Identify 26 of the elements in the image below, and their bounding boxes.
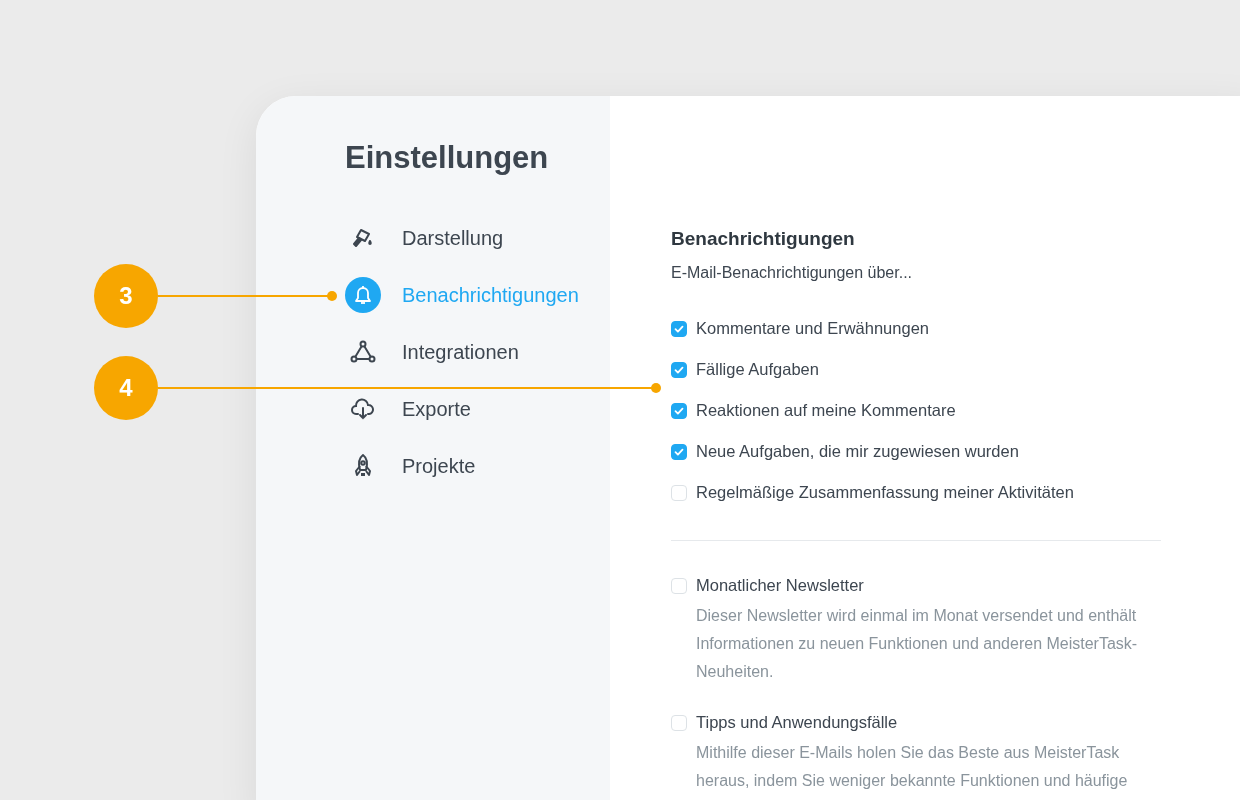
bell-icon xyxy=(345,277,381,313)
option-description: Mithilfe dieser E-Mails holen Sie das Beste aus MeisterTask heraus, indem Sie weniger bekannte Funktionen und häufige xyxy=(696,743,1129,791)
paint-bucket-icon xyxy=(351,226,375,250)
option-label: Tipps und Anwendungsfälle xyxy=(696,713,898,732)
option-label: Reaktionen auf meine Kommentare xyxy=(696,401,956,420)
option-label: Neue Aufgaben, die mir zugewiesen wurden xyxy=(696,442,1019,461)
option-description: Dieser Newsletter wird einmal im Monat versendet und enthält Informationen zu neuen Funktionen und anderen MeisterTask- Neuheiten. xyxy=(696,606,1139,682)
sidebar-item[interactable]: Darstellung xyxy=(345,220,610,256)
option-label: Monatlicher Newsletter xyxy=(696,576,864,595)
section-heading: Benachrichtigungen xyxy=(671,228,856,250)
checkbox[interactable] xyxy=(671,361,687,378)
checkbox[interactable] xyxy=(671,320,687,337)
sidebar-item[interactable]: Exporte xyxy=(345,391,610,427)
callout-badge: 4 xyxy=(94,356,158,420)
sidebar-item[interactable]: Integrationen xyxy=(345,334,610,370)
section-subtitle: E-Mail-Benachrichtigungen über... xyxy=(671,264,914,282)
option-label: Fällige Aufgaben xyxy=(696,360,819,379)
network-nodes-icon xyxy=(350,340,376,364)
callout-badge: 3 xyxy=(94,264,158,328)
option-label: Kommentare und Erwähnungen xyxy=(696,319,929,338)
settings-title: Einstellungen xyxy=(345,140,550,176)
cloud-download-icon xyxy=(350,397,376,421)
option-label: Regelmäßige Zusammenfassung meiner Aktivitäten xyxy=(696,483,1074,502)
sidebar-item[interactable]: Projekte xyxy=(345,448,610,484)
checkbox[interactable] xyxy=(671,443,687,460)
checkbox[interactable] xyxy=(671,402,687,419)
